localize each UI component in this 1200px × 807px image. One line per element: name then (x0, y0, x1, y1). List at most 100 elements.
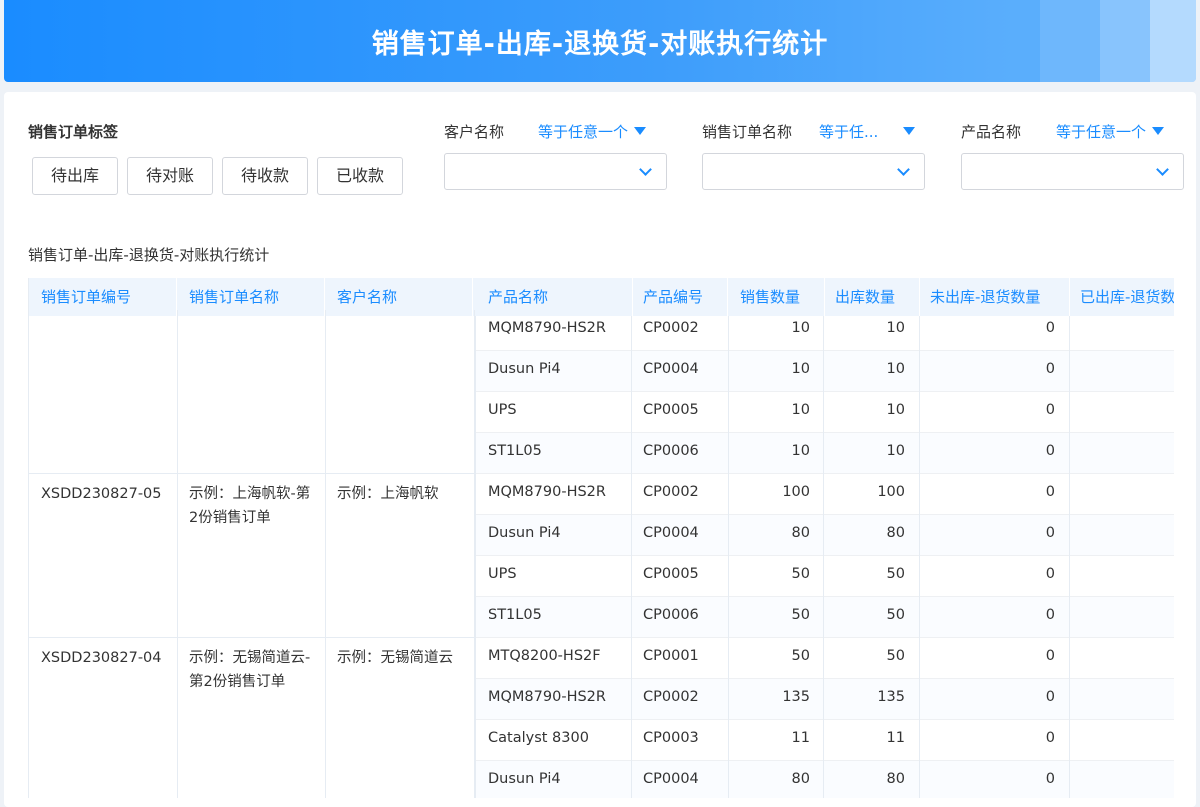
product-code-cell: CP0002 (643, 484, 699, 500)
outbound-qty-cell: 10 (886, 320, 905, 336)
order-name-select[interactable] (702, 153, 925, 190)
not-outbound-return-qty-cell: 0 (1045, 320, 1055, 336)
product-code-cell: CP0006 (643, 443, 699, 459)
product-operator-text: 等于任意一个 (1056, 123, 1147, 141)
sales-qty-cell: 50 (791, 607, 810, 623)
product-filter-label: 产品名称 (961, 123, 1022, 141)
caret-down-icon[interactable] (903, 127, 915, 135)
order-name-cell: 示例：无锡简道云-第2份销售订单 (189, 650, 311, 690)
outbound-qty-cell: 10 (886, 443, 905, 459)
outbound-qty-cell: 80 (886, 525, 905, 541)
product-code-cell: CP0004 (643, 361, 699, 377)
customer-operator-text: 等于任意一个 (538, 123, 629, 141)
not-outbound-return-qty-cell: 0 (1045, 648, 1055, 664)
product-name-cell: MQM8790-HS2R (488, 484, 606, 500)
product-name-cell: Dusun Pi4 (488, 525, 561, 541)
outbound-qty-cell: 11 (886, 730, 905, 746)
page-title: 销售订单-出库-退换货-对账执行统计 (371, 29, 829, 60)
not-outbound-return-qty-cell: 0 (1045, 402, 1055, 418)
customer-select[interactable] (444, 153, 667, 190)
chevron-down-icon (897, 163, 910, 176)
product-code-cell: CP0004 (643, 771, 699, 787)
column-divider (823, 316, 824, 798)
product-select[interactable] (961, 153, 1184, 190)
product-code-cell: CP0003 (643, 730, 699, 746)
column-divider (728, 316, 729, 798)
sales-qty-cell: 50 (791, 566, 810, 582)
chevron-down-icon (1156, 163, 1169, 176)
product-code-cell: CP0006 (643, 607, 699, 623)
product-name-cell: MQM8790-HS2R (488, 689, 606, 705)
product-name-cell: MQM8790-HS2R (488, 320, 606, 336)
product-name-cell: Dusun Pi4 (488, 361, 561, 377)
outbound-qty-cell: 50 (886, 566, 905, 582)
product-code-cell: CP0001 (643, 648, 699, 664)
order-group (29, 310, 475, 474)
order-number-cell: XSDD230827-04 (41, 650, 162, 666)
not-outbound-return-qty-cell: 0 (1045, 484, 1055, 500)
tag-button-pending-payment[interactable]: 待收款 (222, 157, 308, 195)
outbound-qty-cell: 10 (886, 402, 905, 418)
order-name-cell: 示例：上海帆软-第2份销售订单 (189, 486, 311, 526)
order-name-operator-text: 等于任... (819, 123, 879, 141)
not-outbound-return-qty-cell: 0 (1045, 689, 1055, 705)
product-code-cell: CP0002 (643, 320, 699, 336)
product-name-cell: UPS (488, 402, 517, 418)
not-outbound-return-qty-cell: 0 (1045, 525, 1055, 541)
tag-button-pending-reconcile[interactable]: 待对账 (127, 157, 213, 195)
product-name-cell: ST1L05 (488, 607, 542, 623)
tag-button-paid[interactable]: 已收款 (317, 157, 403, 195)
sales-qty-cell: 100 (782, 484, 810, 500)
product-code-cell: CP0002 (643, 689, 699, 705)
column-divider (1069, 316, 1070, 798)
caret-down-icon (634, 127, 647, 135)
tag-button-pending-outbound[interactable]: 待出库 (32, 157, 118, 195)
outbound-qty-cell: 80 (886, 771, 905, 787)
product-code-cell: CP0005 (643, 566, 699, 582)
product-name-cell: Catalyst 8300 (488, 730, 589, 746)
product-name-cell: UPS (488, 566, 517, 582)
sales-qty-cell: 10 (791, 361, 810, 377)
not-outbound-return-qty-cell: 0 (1045, 730, 1055, 746)
sales-qty-cell: 80 (791, 771, 810, 787)
outbound-qty-cell: 100 (877, 484, 905, 500)
not-outbound-return-qty-cell: 0 (1045, 607, 1055, 623)
product-code-cell: CP0005 (643, 402, 699, 418)
column-divider (631, 316, 632, 798)
outbound-qty-cell: 135 (877, 689, 905, 705)
customer-cell: 示例：无锡简道云 (337, 650, 453, 666)
sales-qty-cell: 10 (791, 443, 810, 459)
column-divider (919, 316, 920, 798)
product-code-cell: CP0004 (643, 525, 699, 541)
customer-operator-dropdown[interactable]: 等于任意一个 (538, 121, 647, 142)
sales-qty-cell: 135 (782, 689, 810, 705)
column-divider (475, 316, 476, 798)
tag-filter-label: 销售订单标签 (28, 123, 119, 141)
product-name-cell: Dusun Pi4 (488, 771, 561, 787)
chevron-down-icon (639, 163, 652, 176)
outbound-qty-cell: 10 (886, 361, 905, 377)
sales-qty-cell: 50 (791, 648, 810, 664)
table-title: 销售订单-出库-退换货-对账执行统计 (28, 246, 270, 264)
sales-qty-cell: 10 (791, 402, 810, 418)
page-header: 销售订单-出库-退换货-对账执行统计 (4, 0, 1196, 82)
product-name-cell: MTQ8200-HS2F (488, 648, 601, 664)
not-outbound-return-qty-cell: 0 (1045, 443, 1055, 459)
order-group: XSDD230827-04 示例：无锡简道云-第2份销售订单 示例：无锡简道云 (29, 638, 475, 798)
sales-qty-cell: 11 (791, 730, 810, 746)
order-name-filter-label: 销售订单名称 (702, 123, 793, 141)
product-name-cell: ST1L05 (488, 443, 542, 459)
stats-table[interactable]: 销售订单编号 销售订单名称 客户名称 产品名称 产品编号 销售数量 出库数量 未… (28, 278, 1174, 798)
outbound-qty-cell: 50 (886, 648, 905, 664)
order-name-operator-dropdown[interactable]: 等于任... (819, 121, 878, 142)
sales-qty-cell: 80 (791, 525, 810, 541)
outbound-qty-cell: 50 (886, 607, 905, 623)
sales-qty-cell: 10 (791, 320, 810, 336)
order-group: XSDD230827-05 示例：上海帆软-第2份销售订单 示例：上海帆软 (29, 474, 475, 638)
product-operator-dropdown[interactable]: 等于任意一个 (1056, 121, 1165, 142)
not-outbound-return-qty-cell: 0 (1045, 361, 1055, 377)
order-number-cell: XSDD230827-05 (41, 486, 162, 502)
column-divider (177, 310, 178, 798)
caret-down-icon (1152, 127, 1165, 135)
customer-filter-label: 客户名称 (444, 123, 505, 141)
